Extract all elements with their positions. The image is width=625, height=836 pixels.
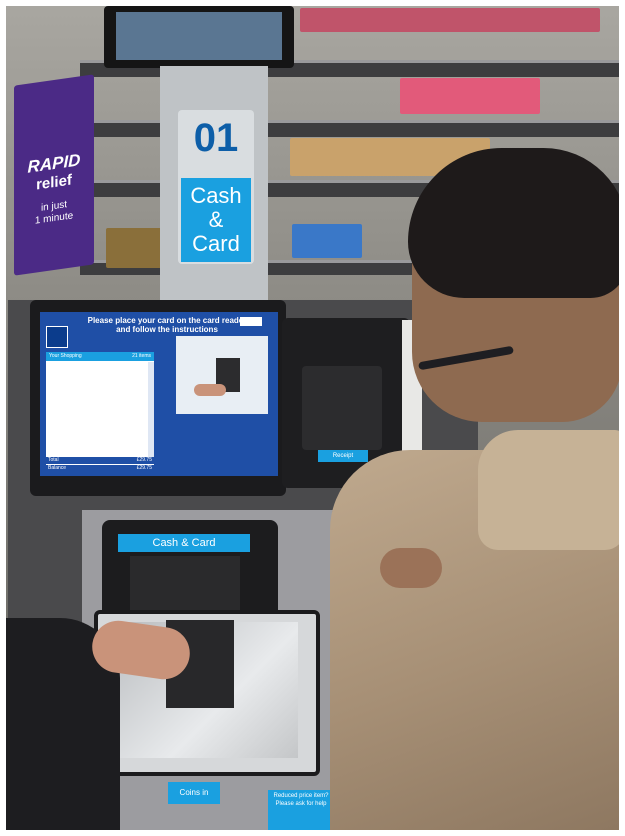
scanner-window [130, 556, 240, 612]
person-hand [380, 548, 442, 588]
shelf-products [400, 78, 540, 114]
shelf-products [300, 8, 600, 32]
instruction-image [176, 336, 268, 414]
photo-scene: RAPID relief in just 1 minute 01 Cash & … [0, 0, 625, 836]
shelf-products [106, 228, 166, 268]
shopping-list-rows [46, 363, 146, 453]
total-row: Total £29.75 [46, 457, 154, 464]
list-item [46, 447, 146, 453]
scanner-band-label: Cash & Card [118, 534, 250, 552]
touchscreen[interactable]: Please place your card on the card reade… [40, 312, 278, 476]
receipt-label: Receipt [318, 450, 368, 462]
person-hood [478, 430, 625, 550]
shopping-list-header: Your Shopping 21 items [46, 352, 154, 361]
banner-sub: in just 1 minute [34, 199, 74, 227]
screen-instruction: Please place your card on the card reade… [87, 316, 247, 334]
screen-button[interactable] [240, 317, 262, 326]
payment-type-sign: Cash & Card [181, 178, 251, 262]
promo-banner: RAPID relief in just 1 minute [14, 74, 94, 276]
lane-number: 01 [193, 116, 239, 160]
overhead-monitor-screen [116, 12, 282, 60]
receipt-slot [302, 366, 382, 450]
coins-in-sign: Coins in [168, 782, 220, 804]
aldi-logo [46, 326, 68, 348]
balance-row: Balance £29.75 [46, 465, 154, 472]
hand-illustration [194, 384, 226, 396]
person-hair [408, 148, 625, 298]
reduced-price-sign: Reduced price item? Please ask for help [268, 790, 334, 830]
shelf-products [292, 224, 362, 258]
shopping-list: Your Shopping 21 items Total £29.75 Bala… [46, 352, 154, 472]
list-scrollbar[interactable] [148, 362, 154, 457]
